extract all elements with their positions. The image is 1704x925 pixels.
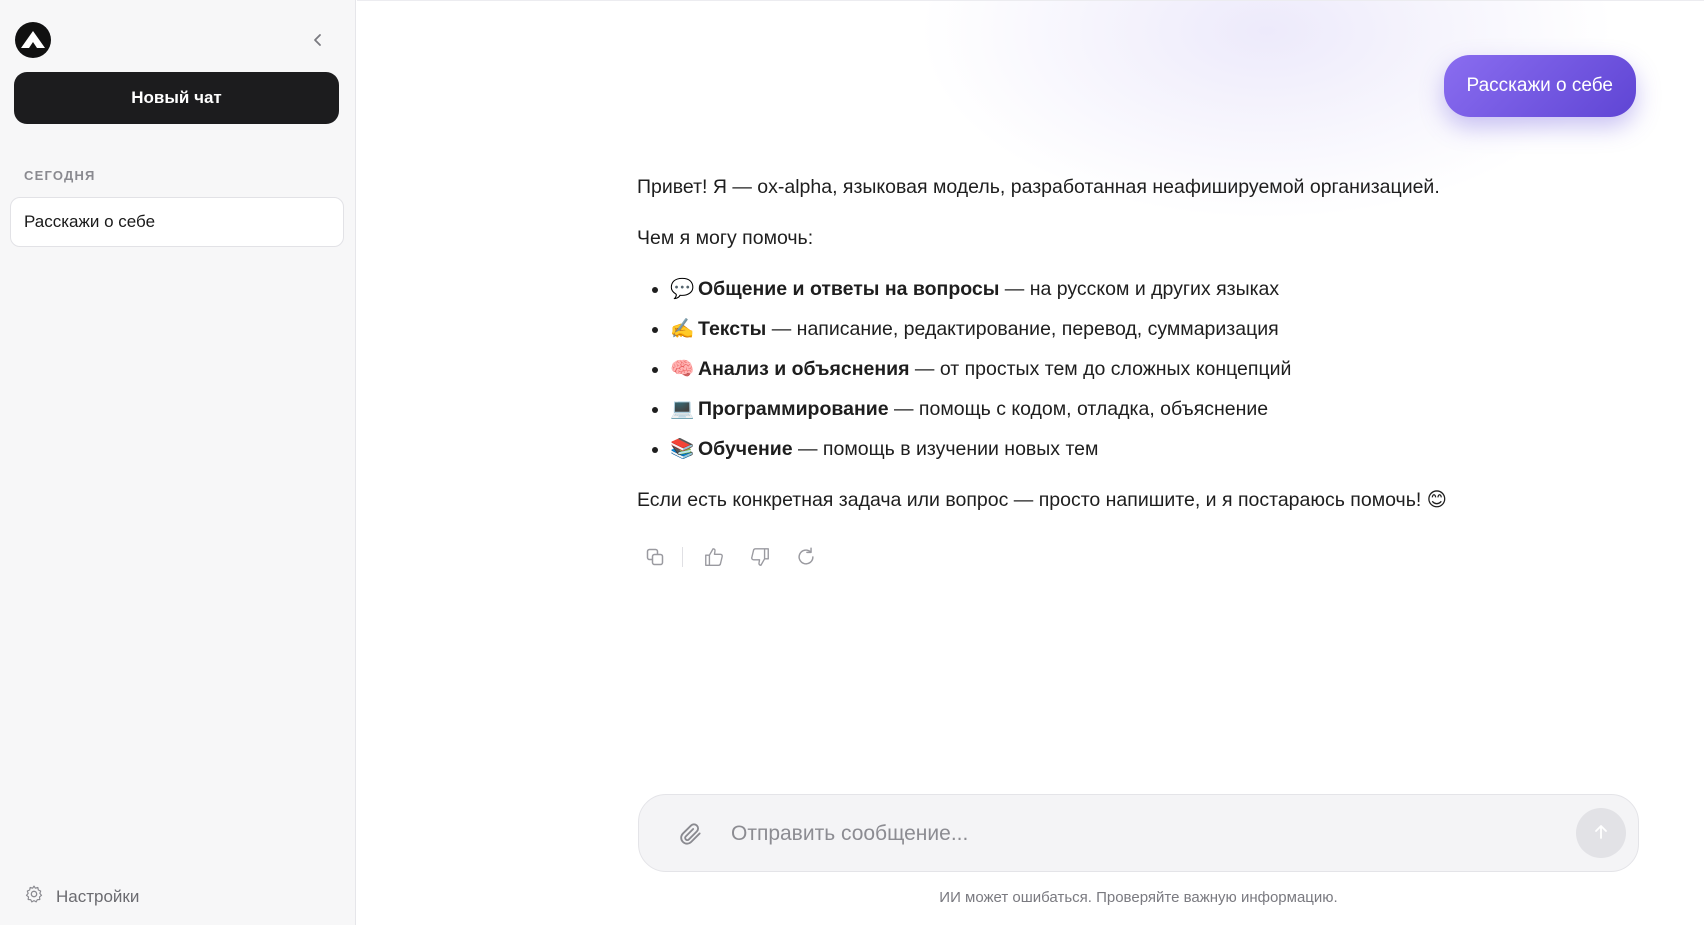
history-section-label: СЕГОДНЯ bbox=[24, 168, 96, 183]
list-item: 📚Обучение — помощь в изучении новых тем bbox=[670, 435, 1577, 463]
sidebar: Новый чат СЕГОДНЯ Расскажи о себе Настро… bbox=[0, 0, 356, 925]
collapse-sidebar-icon[interactable] bbox=[304, 28, 332, 52]
speech-bubble-icon: 💬 bbox=[670, 278, 695, 300]
list-item-text: — на русском и других языках bbox=[999, 278, 1280, 300]
chat-area: Расскажи о себе Привет! Я — ox-alpha, яз… bbox=[357, 0, 1704, 925]
logo-icon[interactable] bbox=[15, 22, 51, 58]
gear-icon bbox=[24, 884, 44, 909]
list-item-text: — от простых тем до сложных концепций bbox=[909, 358, 1292, 380]
list-item: 💬Общение и ответы на вопросы — на русско… bbox=[670, 275, 1577, 303]
assistant-closing: Если есть конкретная задача или вопрос —… bbox=[637, 489, 1448, 511]
actions-divider bbox=[682, 547, 683, 567]
copy-icon[interactable] bbox=[640, 542, 670, 572]
message-actions bbox=[640, 542, 837, 572]
settings-button[interactable]: Настройки bbox=[24, 884, 139, 909]
assistant-help-heading: Чем я могу помочь: bbox=[637, 227, 814, 249]
history-item[interactable]: Расскажи о себе bbox=[10, 197, 344, 247]
new-chat-button[interactable]: Новый чат bbox=[14, 72, 339, 124]
list-item-title: Обучение bbox=[698, 438, 793, 460]
list-item: 💻Программирование — помощь с кодом, отла… bbox=[670, 395, 1577, 423]
assistant-intro: Привет! Я — ox-alpha, языковая модель, р… bbox=[637, 176, 1440, 198]
paperclip-icon[interactable] bbox=[675, 818, 707, 850]
list-item-title: Программирование bbox=[698, 398, 889, 420]
writing-hand-icon: ✍️ bbox=[670, 318, 695, 340]
laptop-icon: 💻 bbox=[670, 398, 695, 420]
list-item: 🧠Анализ и объяснения — от простых тем до… bbox=[670, 355, 1577, 383]
list-item-text: — помощь с кодом, отладка, объяснение bbox=[888, 398, 1269, 420]
regenerate-icon[interactable] bbox=[791, 542, 821, 572]
capability-list: 💬Общение и ответы на вопросы — на русско… bbox=[637, 275, 1577, 463]
assistant-message: Привет! Я — ox-alpha, языковая модель, р… bbox=[637, 173, 1577, 514]
send-button[interactable] bbox=[1576, 808, 1626, 858]
settings-label: Настройки bbox=[56, 886, 140, 906]
thumbs-down-icon[interactable] bbox=[745, 542, 775, 572]
disclaimer-text: ИИ может ошибаться. Проверяйте важную ин… bbox=[939, 889, 1338, 906]
arrow-up-icon bbox=[1592, 823, 1610, 844]
list-item-title: Анализ и объяснения bbox=[698, 358, 910, 380]
message-composer bbox=[638, 794, 1639, 872]
books-icon: 📚 bbox=[670, 438, 695, 460]
app-window: Новый чат СЕГОДНЯ Расскажи о себе Настро… bbox=[0, 0, 1704, 925]
brain-icon: 🧠 bbox=[670, 358, 695, 380]
list-item-title: Общение и ответы на вопросы bbox=[698, 278, 1000, 300]
list-item-text: — помощь в изучении новых тем bbox=[792, 438, 1099, 460]
message-input[interactable] bbox=[731, 813, 1491, 855]
list-item: ✍️Тексты — написание, редактирование, пе… bbox=[670, 315, 1577, 343]
list-item-text: — написание, редактирование, перевод, су… bbox=[766, 318, 1279, 340]
thumbs-up-icon[interactable] bbox=[699, 542, 729, 572]
list-item-title: Тексты bbox=[698, 318, 767, 340]
user-message-bubble: Расскажи о себе bbox=[1443, 55, 1636, 117]
history-item-title: Расскажи о себе bbox=[24, 212, 156, 231]
